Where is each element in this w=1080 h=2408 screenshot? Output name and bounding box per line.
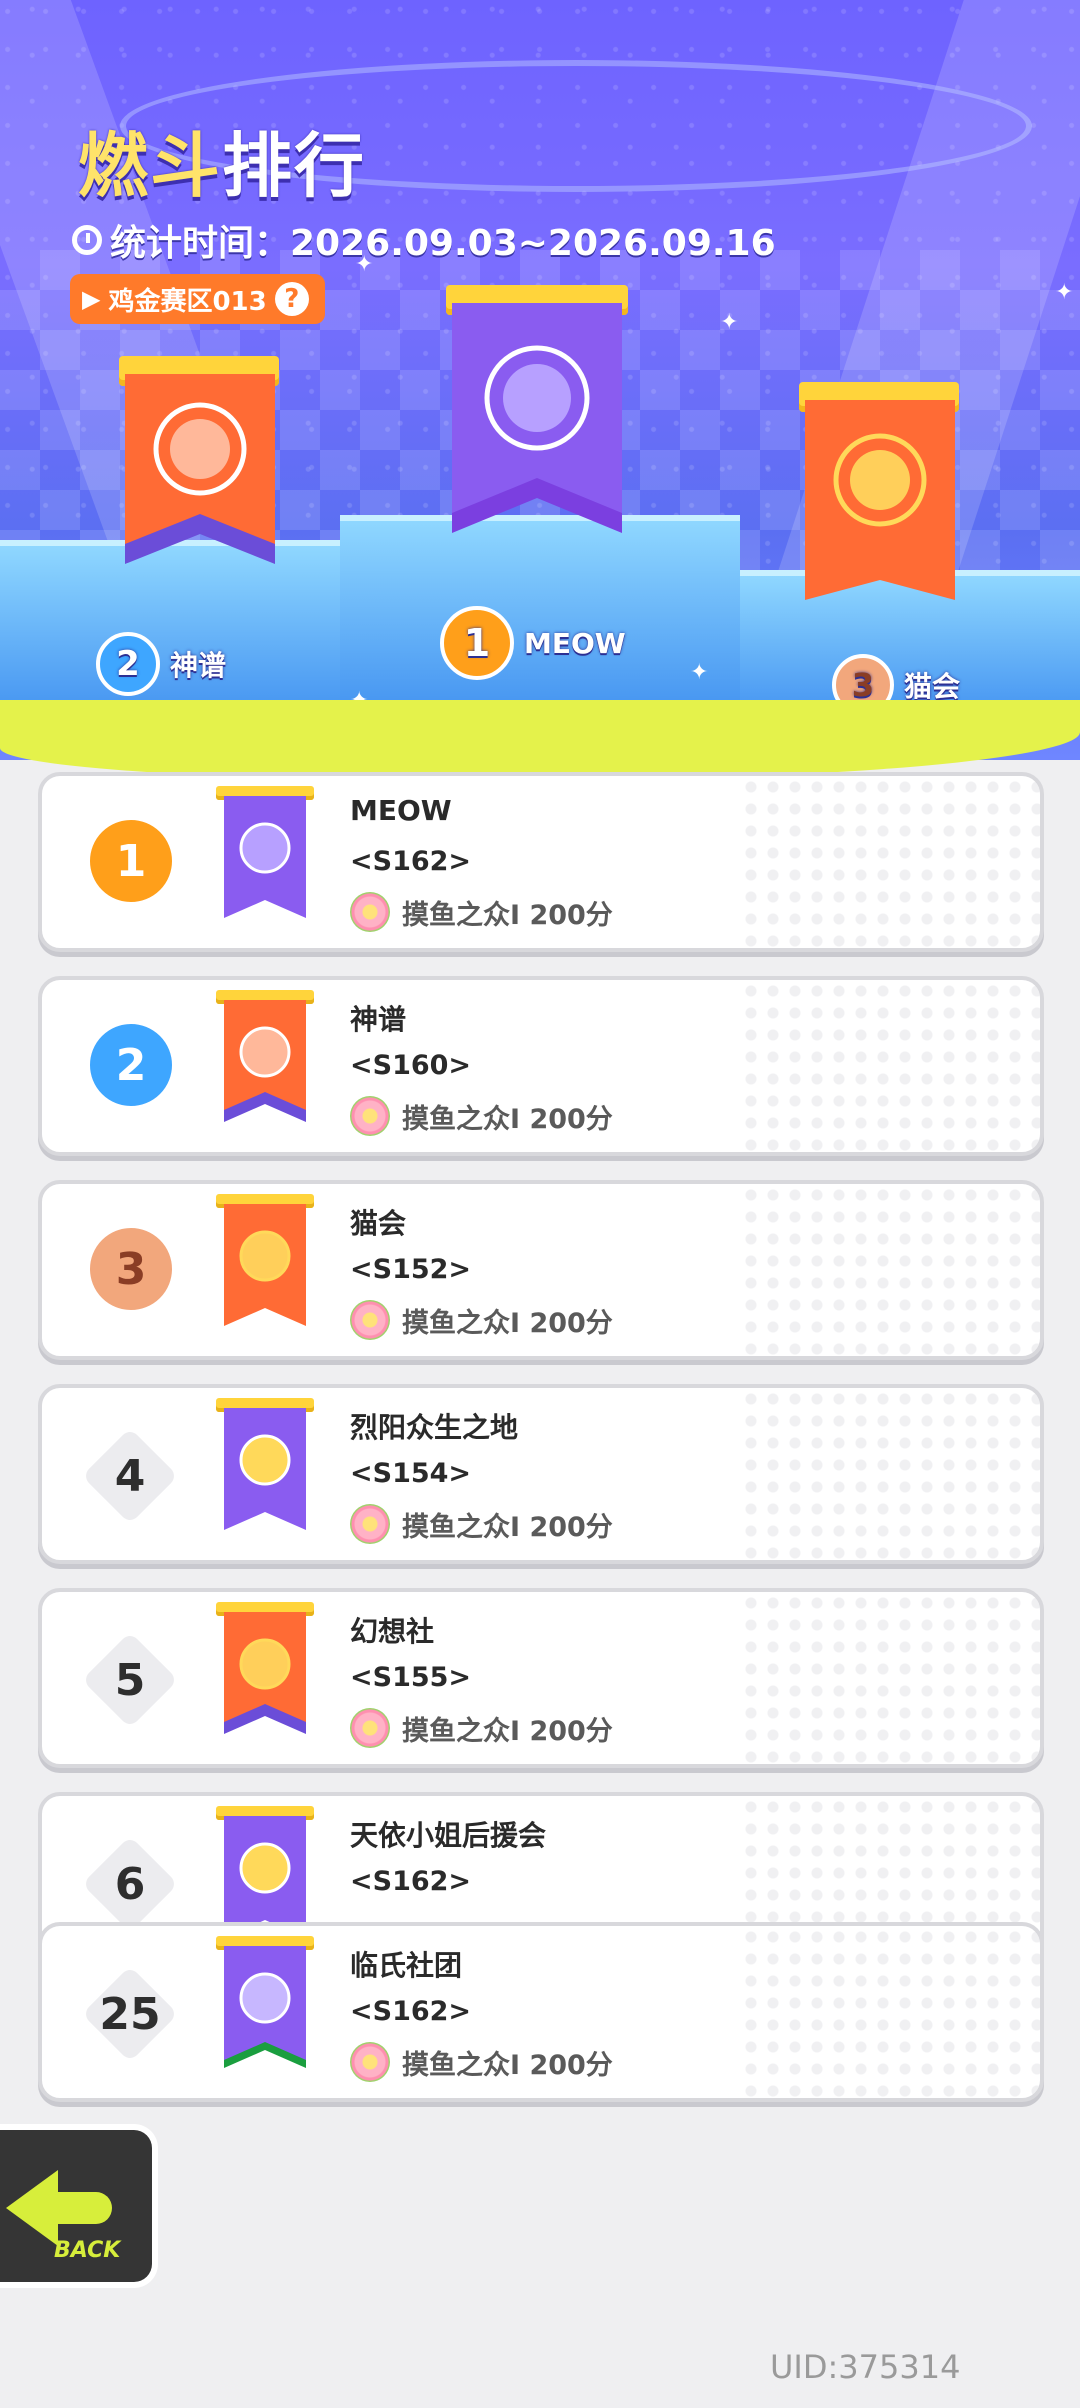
club-name: 临氏社团 xyxy=(350,1949,463,1982)
rank-row[interactable]: 4 烈阳众生之地 <S154> 摸鱼之众Ⅰ 200分 xyxy=(38,1384,1044,1564)
club-flag-icon xyxy=(216,990,314,1140)
club-tier: 摸鱼之众Ⅰ 200分 xyxy=(350,892,613,932)
podium-label-second: 2 神谱 xyxy=(96,632,226,696)
club-server: <S155> xyxy=(350,1662,472,1693)
sparkle-icon: ✦ xyxy=(690,660,709,685)
club-flag-icon xyxy=(216,786,314,936)
club-server: <S152> xyxy=(350,1254,472,1285)
header-banner: 燃斗排行 统计时间：2026.09.03~2026.09.16 ▶ 鸡金赛区01… xyxy=(0,0,1080,760)
club-name: 烈阳众生之地 xyxy=(350,1411,519,1444)
club-name: 神谱 xyxy=(350,1003,407,1036)
club-server: <S162> xyxy=(350,846,472,877)
rank-row[interactable]: 1 MEOW <S162> 摸鱼之众Ⅰ 200分 xyxy=(38,772,1044,952)
club-tier: 摸鱼之众Ⅰ 200分 xyxy=(350,1300,613,1340)
club-name: 猫会 xyxy=(350,1207,407,1240)
podium-flag-first xyxy=(452,303,622,533)
flower-tier-icon xyxy=(350,1708,390,1748)
page-title: 燃斗排行 xyxy=(78,125,366,207)
rank-medal-1-icon: 1 xyxy=(440,606,514,680)
podium-banner-second[interactable] xyxy=(119,356,279,596)
rank-medal-2-icon: 2 xyxy=(86,1020,176,1110)
back-arrow-icon xyxy=(6,2170,58,2246)
club-tier: 摸鱼之众Ⅰ 200分 xyxy=(350,1096,613,1136)
flower-tier-icon xyxy=(350,892,390,932)
stat-period: 统计时间：2026.09.03~2026.09.16 xyxy=(72,214,776,266)
flower-tier-icon xyxy=(350,1096,390,1136)
slime-divider xyxy=(0,700,1080,780)
sparkle-icon: ✦ xyxy=(355,252,374,277)
club-tier: 摸鱼之众Ⅰ 200分 xyxy=(350,2042,613,2082)
club-name: 天依小姐后援会 xyxy=(350,1819,547,1852)
back-button[interactable]: BACK xyxy=(0,2124,158,2288)
club-tier: 摸鱼之众Ⅰ 200分 xyxy=(350,1504,613,1544)
club-server: <S154> xyxy=(350,1458,472,1489)
rank-number: 25 xyxy=(82,1966,178,2062)
club-name: 幻想社 xyxy=(350,1615,435,1648)
rank-medal-3-icon: 3 xyxy=(86,1224,176,1314)
rank-row[interactable]: 3 猫会 <S152> 摸鱼之众Ⅰ 200分 xyxy=(38,1180,1044,1360)
my-club-row[interactable]: 25 临氏社团 <S162> 摸鱼之众Ⅰ 200分 xyxy=(38,1922,1044,2102)
flower-tier-icon xyxy=(350,2042,390,2082)
club-name: MEOW xyxy=(350,794,452,827)
rank-medal-1-icon: 1 xyxy=(86,816,176,906)
rank-number: 5 xyxy=(82,1632,178,1728)
help-icon[interactable]: ? xyxy=(274,282,309,316)
club-flag-icon xyxy=(216,1936,314,2086)
club-flag-icon xyxy=(216,1602,314,1752)
rank-number: 4 xyxy=(82,1428,178,1524)
club-tier: 摸鱼之众Ⅰ 200分 xyxy=(350,1708,613,1748)
sparkle-icon: ✦ xyxy=(1055,280,1074,305)
club-flag-icon xyxy=(216,1194,314,1344)
club-flag-icon xyxy=(216,1398,314,1548)
rank-row[interactable]: 5 幻想社 <S155> 摸鱼之众Ⅰ 200分 xyxy=(38,1588,1044,1768)
rank-medal-2-icon: 2 xyxy=(96,632,160,696)
flower-tier-icon xyxy=(350,1300,390,1340)
club-server: <S162> xyxy=(350,1866,472,1897)
rank-row[interactable]: 2 神谱 <S160> 摸鱼之众Ⅰ 200分 xyxy=(38,976,1044,1156)
zone-badge[interactable]: ▶ 鸡金赛区013 ? xyxy=(70,274,325,324)
podium-label-first: 1 MEOW xyxy=(440,606,626,680)
club-server: <S160> xyxy=(350,1050,472,1081)
podium-banner-third[interactable] xyxy=(799,382,959,612)
sparkle-icon: ✦ xyxy=(720,310,739,335)
podium-flag-second xyxy=(125,374,275,564)
gun-icon: ▶ xyxy=(82,285,101,313)
flower-tier-icon xyxy=(350,1504,390,1544)
clock-icon xyxy=(72,225,102,255)
podium-flag-third xyxy=(805,400,955,600)
user-id: UID:375314 xyxy=(770,2348,961,2386)
club-server: <S162> xyxy=(350,1996,472,2027)
rank-number: 6 xyxy=(82,1836,178,1932)
podium-banner-first[interactable] xyxy=(446,285,628,555)
